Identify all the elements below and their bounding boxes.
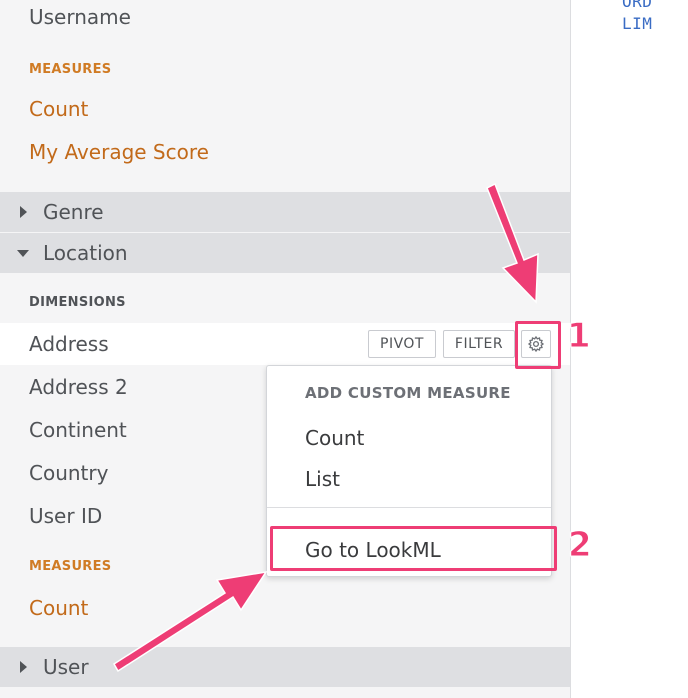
annotation-arrows	[112, 182, 539, 673]
arrow-to-lookml	[112, 570, 268, 673]
arrow-to-gear	[486, 182, 539, 304]
